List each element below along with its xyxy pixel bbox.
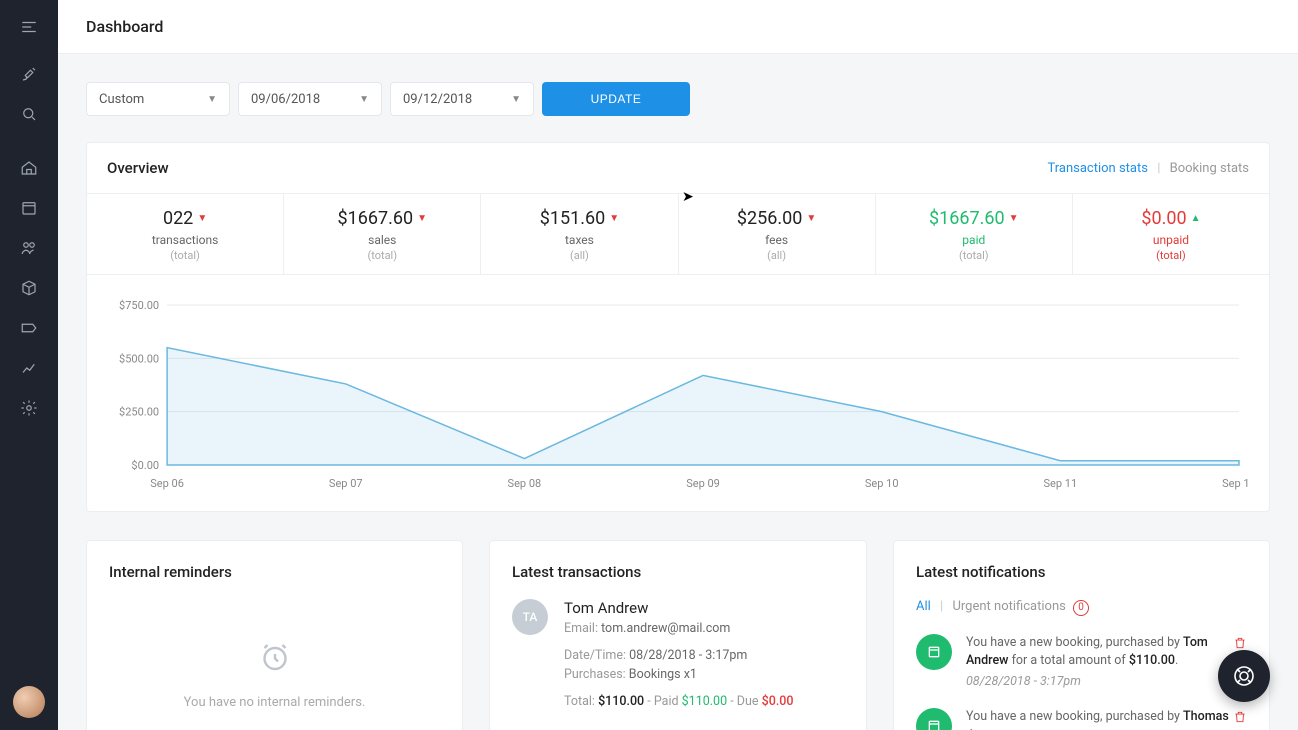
chevron-down-icon: ▼ (359, 94, 369, 105)
stat-cell[interactable]: $1667.60▼paid(total) (876, 194, 1073, 274)
update-button[interactable]: UPDATE (542, 82, 690, 116)
nav-search[interactable] (0, 94, 58, 134)
svg-text:Sep 10: Sep 10 (865, 477, 899, 490)
date-from-dropdown[interactable]: 09/06/2018 ▼ (238, 82, 382, 116)
search-icon (20, 105, 38, 123)
range-dropdown[interactable]: Custom ▼ (86, 82, 230, 116)
transactions-title: Latest transactions (512, 563, 844, 581)
reminders-empty: You have no internal reminders. (109, 599, 440, 710)
page-title: Dashboard (86, 17, 163, 36)
date-to-dropdown[interactable]: 09/12/2018 ▼ (390, 82, 534, 116)
svg-text:$250.00: $250.00 (119, 406, 159, 419)
stat-cell[interactable]: $256.00▼fees(all) (679, 194, 876, 274)
svg-text:$750.00: $750.00 (119, 299, 159, 312)
gear-icon (20, 399, 38, 417)
reminders-title: Internal reminders (109, 563, 440, 581)
nav-analytics[interactable] (0, 348, 58, 388)
date-to-value: 09/12/2018 (403, 92, 472, 107)
notif-tab-all[interactable]: All (916, 599, 931, 614)
svg-text:Sep 07: Sep 07 (329, 477, 363, 490)
menu-toggle[interactable] (0, 0, 58, 54)
lifebuoy-icon (1232, 664, 1256, 688)
delete-notification[interactable] (1233, 710, 1247, 728)
bottom-row: Internal reminders You have no internal … (86, 540, 1270, 730)
stats-row: 022▼transactions(total)$1667.60▼sales(to… (87, 193, 1269, 275)
people-icon (20, 239, 38, 257)
package-icon (20, 279, 38, 297)
urgent-count-badge: 0 (1073, 600, 1089, 616)
overview-panel: Overview Transaction stats | Booking sta… (86, 142, 1270, 512)
stat-cell[interactable]: $1667.60▼sales(total) (284, 194, 481, 274)
notifications-title: Latest notifications (916, 563, 1247, 581)
notifications-card: Latest notifications All | Urgent notifi… (893, 540, 1270, 730)
tools-icon (20, 65, 38, 83)
svg-text:Sep 06: Sep 06 (150, 477, 184, 490)
notif-icon (916, 634, 952, 670)
nav-calendar[interactable] (0, 188, 58, 228)
trx-name: Tom Andrew (564, 599, 794, 617)
svg-text:Sep 12: Sep 12 (1222, 477, 1249, 490)
booking-stats-link[interactable]: Booking stats (1170, 161, 1249, 176)
stat-cell[interactable]: $0.00▲unpaid(total) (1073, 194, 1269, 274)
overview-title: Overview (107, 159, 169, 177)
notif-icon (916, 708, 952, 730)
notif-body: You have a new booking, purchased by Tho… (966, 708, 1247, 730)
transactions-card: Latest transactions TA Tom Andrew Email:… (489, 540, 867, 730)
help-fab[interactable] (1218, 650, 1270, 702)
reminders-empty-text: You have no internal reminders. (184, 695, 366, 710)
svg-text:$500.00: $500.00 (119, 352, 159, 365)
stat-cell[interactable]: $151.60▼taxes(all) (481, 194, 678, 274)
nav-package[interactable] (0, 268, 58, 308)
overview-links: Transaction stats | Booking stats (1047, 161, 1249, 176)
reminders-card: Internal reminders You have no internal … (86, 540, 463, 730)
chevron-down-icon: ▼ (511, 94, 521, 105)
chart-area: $0.00 $250.00 $500.00 $750.00 Sep 06 Sep 07 Se… (87, 275, 1269, 511)
area-chart: $0.00 $250.00 $500.00 $750.00 Sep 06 Sep 07 Se… (107, 295, 1249, 495)
user-avatar[interactable] (13, 686, 45, 718)
svg-text:$0.00: $0.00 (131, 459, 159, 472)
nav-coupon[interactable] (0, 308, 58, 348)
nav-home[interactable] (0, 148, 58, 188)
chevron-down-icon: ▼ (207, 94, 217, 105)
clock-icon (257, 639, 293, 675)
svg-text:Sep 11: Sep 11 (1044, 477, 1078, 490)
header: Dashboard (58, 0, 1298, 54)
tag-icon (20, 319, 38, 337)
nav-settings[interactable] (0, 388, 58, 428)
overview-header: Overview Transaction stats | Booking sta… (87, 143, 1269, 193)
transaction-body: Tom Andrew Email: tom.andrew@mail.com Da… (564, 599, 794, 709)
notif-tab-urgent[interactable]: Urgent notifications (952, 599, 1065, 614)
notification-item[interactable]: You have a new booking, purchased by Tho… (916, 708, 1247, 730)
notif-tabs: All | Urgent notifications 0 (916, 599, 1247, 616)
notif-body: You have a new booking, purchased by Tom… (966, 634, 1247, 692)
svg-text:Sep 09: Sep 09 (686, 477, 720, 490)
notification-item[interactable]: You have a new booking, purchased by Tom… (916, 634, 1247, 692)
transaction-stats-link[interactable]: Transaction stats (1047, 161, 1148, 176)
home-icon (20, 159, 38, 177)
svg-text:Sep 08: Sep 08 (508, 477, 542, 490)
nav-tools[interactable] (0, 54, 58, 94)
nav-people[interactable] (0, 228, 58, 268)
filter-row: Custom ▼ 09/06/2018 ▼ 09/12/2018 ▼ UPDAT… (86, 82, 1270, 116)
calendar-icon (20, 199, 38, 217)
range-value: Custom (99, 92, 144, 107)
content: Custom ▼ 09/06/2018 ▼ 09/12/2018 ▼ UPDAT… (58, 54, 1298, 730)
stat-cell[interactable]: 022▼transactions(total) (87, 194, 284, 274)
date-from-value: 09/06/2018 (251, 92, 320, 107)
transaction-item[interactable]: TA Tom Andrew Email: tom.andrew@mail.com… (512, 599, 844, 709)
sidebar (0, 0, 58, 730)
avatar: TA (512, 599, 548, 635)
menu-icon (20, 18, 38, 36)
notif-list: You have a new booking, purchased by Tom… (916, 634, 1247, 730)
chart-icon (20, 359, 38, 377)
